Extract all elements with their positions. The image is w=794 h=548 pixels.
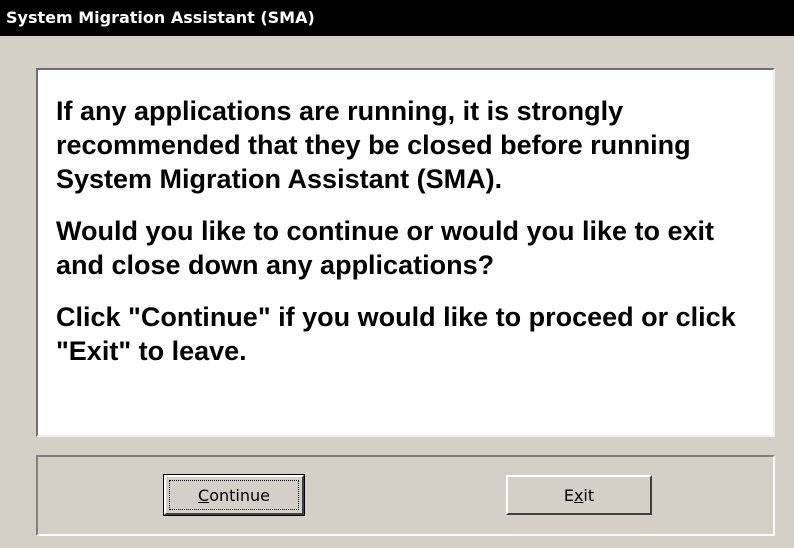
message-paragraph-2: Would you like to continue or would you …: [56, 216, 715, 280]
window-title: System Migration Assistant (SMA): [6, 8, 315, 27]
message-paragraph-1: If any applications are running, it is s…: [56, 96, 691, 194]
exit-button[interactable]: Exit: [506, 475, 652, 515]
title-bar[interactable]: System Migration Assistant (SMA): [0, 0, 794, 36]
dialog-window: System Migration Assistant (SMA) If any …: [0, 0, 794, 548]
continue-button-label: Continue: [198, 485, 270, 505]
message-paragraph-3: Click "Continue" if you would like to pr…: [56, 302, 736, 366]
button-panel: Continue Exit: [36, 455, 775, 536]
continue-button[interactable]: Continue: [163, 474, 305, 516]
exit-button-label: Exit: [563, 485, 595, 505]
message-panel: If any applications are running, it is s…: [36, 68, 775, 437]
